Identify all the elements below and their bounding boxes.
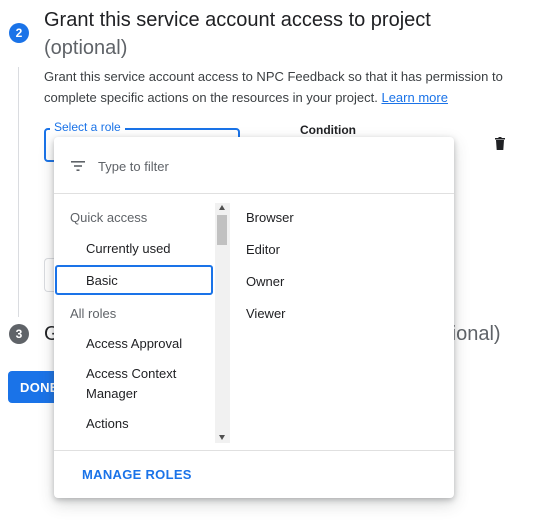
role-option-owner[interactable]: Owner [246, 274, 284, 289]
category-actions[interactable]: Actions [86, 414, 226, 434]
role-category-list: Quick access Currently used Basic All ro… [54, 194, 230, 450]
category-basic[interactable]: Basic [86, 271, 226, 291]
category-currently-used[interactable]: Currently used [86, 239, 226, 259]
condition-label: Condition [300, 123, 356, 137]
all-roles-heading: All roles [70, 306, 117, 321]
quick-access-heading: Quick access [70, 210, 148, 225]
role-dropdown-menu: Quick access Currently used Basic All ro… [54, 137, 454, 498]
step-2-description: Grant this service account access to NPC… [44, 66, 514, 108]
step-2-title-text: Grant this service account access to pro… [44, 9, 431, 31]
filter-row [54, 137, 454, 194]
role-option-viewer[interactable]: Viewer [246, 306, 286, 321]
category-access-approval[interactable]: Access Approval [86, 334, 226, 354]
scrollbar-thumb[interactable] [217, 215, 227, 245]
step-2-title: Grant this service account access to pro… [44, 6, 514, 62]
role-select-label: Select a role [50, 120, 125, 134]
role-option-editor[interactable]: Editor [246, 242, 280, 257]
step-connector-line [18, 67, 19, 317]
done-button[interactable]: DONE [8, 371, 58, 403]
scroll-up-arrow-icon[interactable] [219, 205, 225, 210]
step-3-indicator: 3 [9, 324, 29, 344]
step-2-optional-label: (optional) [44, 37, 128, 59]
role-option-browser[interactable]: Browser [246, 210, 294, 225]
manage-roles-button[interactable]: MANAGE ROLES [82, 467, 192, 482]
category-access-context-manager[interactable]: Access Context Manager [86, 364, 226, 404]
delete-icon[interactable] [494, 136, 506, 155]
scroll-down-arrow-icon[interactable] [219, 435, 225, 440]
dropdown-footer: MANAGE ROLES [54, 450, 454, 499]
category-scrollbar[interactable] [215, 203, 230, 443]
learn-more-link[interactable]: Learn more [381, 90, 447, 105]
filter-input[interactable] [96, 155, 430, 177]
filter-icon [71, 158, 85, 176]
step-2-indicator: 2 [9, 23, 29, 43]
